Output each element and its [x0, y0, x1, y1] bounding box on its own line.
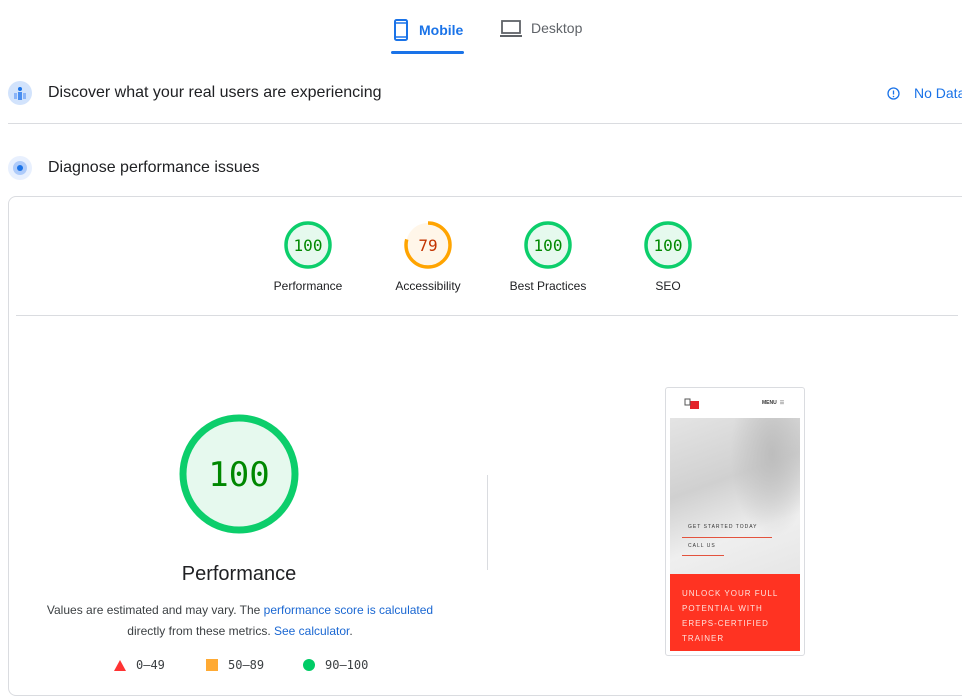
tab-label: Mobile — [419, 22, 464, 38]
score-gauge-accessibility[interactable]: 79 Accessibility — [378, 219, 478, 293]
triangle-icon — [114, 659, 126, 671]
hamburger-icon: ☰ — [779, 400, 785, 406]
hero-image: GET STARTED TODAY CALL US — [670, 418, 800, 574]
square-icon — [206, 659, 218, 671]
performance-main-gauge: 100 — [179, 414, 299, 534]
divider — [8, 123, 962, 124]
description-text: directly from these metrics. — [127, 624, 274, 638]
tab-label: Desktop — [531, 20, 583, 36]
page-screenshot[interactable]: MENU ☰ GET STARTED TODAY CALL US UNLOCK Y… — [665, 387, 805, 656]
legend-label: 50–89 — [228, 658, 265, 672]
gauge-ring: 100 — [524, 221, 572, 269]
legend-label: 90–100 — [325, 658, 369, 672]
lab-data-title: Diagnose performance issues — [48, 159, 260, 176]
performance-score-link[interactable]: performance score is calculated — [264, 603, 433, 617]
legend-fail: 0–49 — [114, 658, 165, 672]
gauge-label: SEO — [655, 279, 681, 293]
gauge-icon — [8, 156, 32, 180]
users-icon — [8, 81, 32, 105]
gauge-label: Accessibility — [395, 279, 461, 293]
gauge-score: 100 — [654, 236, 683, 255]
main-gauge-label: Performance — [181, 563, 297, 585]
cta-get-started: GET STARTED TODAY — [688, 524, 758, 530]
score-gauge-seo[interactable]: 100 SEO — [618, 219, 718, 293]
legend-average: 50–89 — [206, 658, 264, 672]
gauge-score: 79 — [418, 236, 437, 255]
info-icon — [887, 86, 900, 100]
gauge-score: 100 — [534, 236, 563, 255]
site-menu: MENU ☰ — [762, 400, 784, 406]
circle-icon — [303, 659, 315, 671]
hero-banner: UNLOCK YOUR FULL POTENTIAL WITH EREPS-CE… — [670, 574, 800, 651]
score-gauge-best-practices[interactable]: 100 Best Practices — [498, 219, 598, 293]
score-gauge-performance[interactable]: 100 Performance — [258, 219, 358, 293]
see-calculator-link[interactable]: See calculator — [274, 624, 349, 638]
divider — [16, 315, 958, 316]
site-logo-icon — [684, 398, 699, 409]
cta-call-us: CALL US — [688, 543, 716, 549]
gauge-ring: 100 — [644, 221, 692, 269]
smartphone-icon — [394, 19, 408, 41]
active-tab-indicator — [391, 51, 464, 54]
laptop-icon — [500, 20, 522, 37]
tab-desktop[interactable]: Desktop — [499, 18, 582, 38]
gauge-ring: 100 — [284, 221, 332, 269]
field-data-title: Discover what your real users are experi… — [48, 84, 382, 101]
description-text: Values are estimated and may vary. The — [46, 603, 264, 617]
legend-pass: 90–100 — [303, 658, 368, 672]
gauge-label: Performance — [273, 279, 343, 293]
no-data-label: No Data — [914, 85, 962, 101]
description-text: . — [349, 624, 353, 638]
gauge-score: 100 — [294, 236, 323, 255]
gauge-ring: 79 — [404, 221, 452, 269]
vertical-divider — [487, 475, 488, 570]
score-description: Values are estimated and may vary. The p… — [30, 600, 450, 642]
menu-label: MENU — [762, 400, 777, 406]
gauge-label: Best Practices — [509, 279, 587, 293]
legend-label: 0–49 — [136, 658, 165, 672]
no-data-link[interactable]: No Data — [887, 85, 962, 101]
main-score: 100 — [208, 455, 269, 495]
tab-mobile[interactable]: Mobile — [391, 18, 463, 42]
